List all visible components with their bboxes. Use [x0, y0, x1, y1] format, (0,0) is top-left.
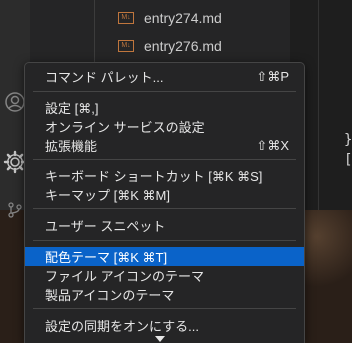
file-item[interactable]: M↓ entry276.md [118, 35, 222, 57]
menu-item-settings-sync[interactable]: 設定の同期をオンにする... [25, 316, 304, 335]
menu-item-label: ファイル アイコンのテーマ [45, 269, 204, 284]
menu-item-user-snippets[interactable]: ユーザー スニペット [25, 216, 304, 235]
menu-separator [33, 91, 296, 92]
menu-item-label: 配色テーマ [⌘K ⌘T] [45, 250, 168, 265]
menu-item-file-icon-theme[interactable]: ファイル アイコンのテーマ [25, 266, 304, 285]
menu-item-extensions[interactable]: 拡張機能 ⇧⌘X [25, 136, 304, 155]
menu-separator [33, 208, 296, 209]
tree-indent-guide [94, 0, 95, 62]
menu-item-label: キーボード ショートカット [⌘K ⌘S] [45, 169, 263, 184]
editor-code: } [ [344, 130, 352, 170]
scroll-down-arrow-icon[interactable] [155, 336, 165, 342]
menu-item-label: ユーザー スニペット [45, 219, 166, 234]
file-name: entry276.md [144, 38, 222, 54]
file-name: entry274.md [144, 10, 222, 26]
manage-context-menu: コマンド パレット... ⇧⌘P 設定 [⌘,] オンライン サービスの設定 拡… [24, 62, 305, 343]
menu-separator [33, 240, 296, 241]
markdown-file-icon: M↓ [118, 40, 134, 52]
menu-item-shortcut: ⇧⌘X [256, 137, 289, 153]
menu-item-label: オンライン サービスの設定 [45, 120, 205, 135]
menu-separator [33, 159, 296, 160]
editor-divider [318, 0, 319, 210]
menu-item-keyboard-shortcuts[interactable]: キーボード ショートカット [⌘K ⌘S] [25, 166, 304, 185]
code-char: } [344, 132, 352, 148]
menu-item-label: 拡張機能 [45, 139, 98, 154]
file-item[interactable]: M↓ entry274.md [118, 7, 222, 29]
menu-item-label: コマンド パレット... [45, 70, 164, 85]
menu-item-settings[interactable]: 設定 [⌘,] [25, 98, 304, 117]
menu-item-product-icon-theme[interactable]: 製品アイコンのテーマ [25, 285, 304, 304]
menu-item-command-palette[interactable]: コマンド パレット... ⇧⌘P [25, 67, 304, 86]
menu-item-keymaps[interactable]: キーマップ [⌘K ⌘M] [25, 185, 304, 204]
code-char: [ [344, 152, 352, 168]
menu-item-label: 設定 [⌘,] [45, 101, 99, 116]
menu-item-online-services[interactable]: オンライン サービスの設定 [25, 117, 304, 136]
markdown-file-icon: M↓ [118, 12, 134, 24]
menu-item-label: 製品アイコンのテーマ [45, 288, 175, 303]
menu-item-label: 設定の同期をオンにする... [45, 319, 199, 334]
menu-item-color-theme[interactable]: 配色テーマ [⌘K ⌘T] [25, 247, 304, 266]
menu-separator [33, 308, 296, 309]
menu-item-shortcut: ⇧⌘P [256, 68, 289, 84]
menu-item-label: キーマップ [⌘K ⌘M] [45, 188, 170, 203]
